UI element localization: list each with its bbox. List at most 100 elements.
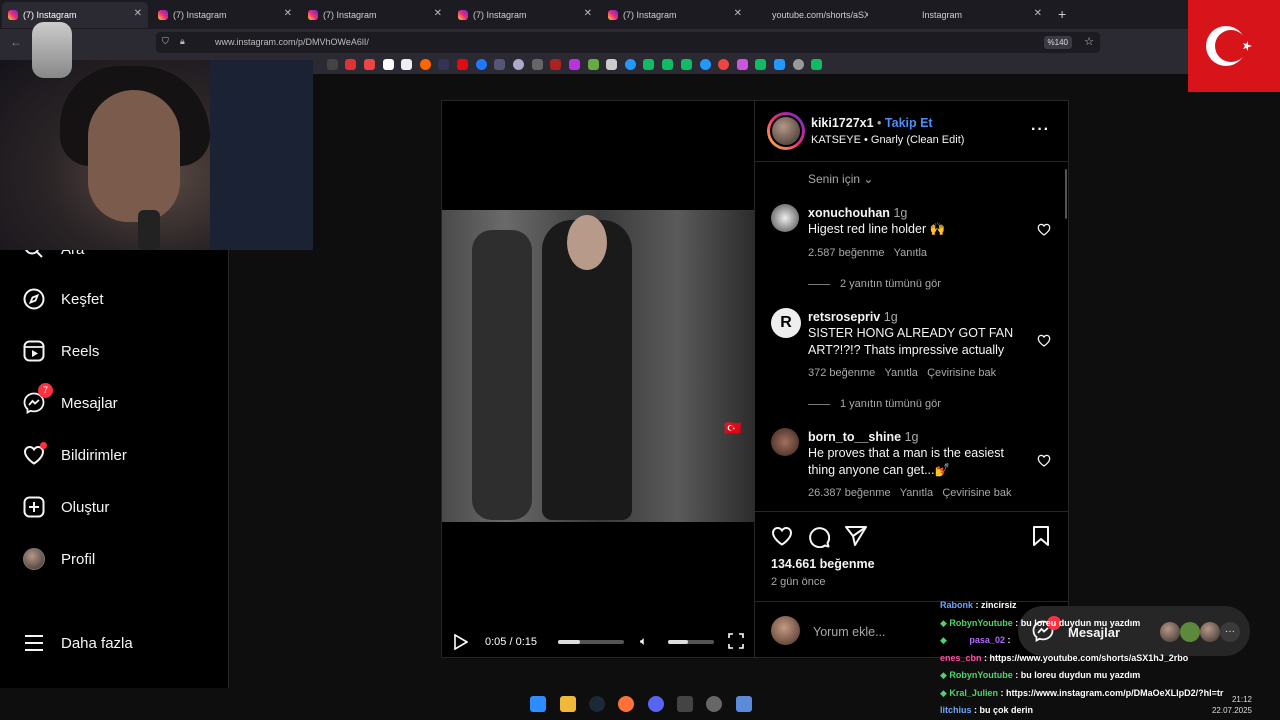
close-icon[interactable]: ✕ [284, 8, 292, 19]
follow-button[interactable]: Takip Et [885, 116, 933, 130]
translate-button[interactable]: Çevirisine bak [942, 487, 1011, 499]
bookmark-icon[interactable] [513, 59, 524, 70]
reply-button[interactable]: Yanıtla [894, 247, 927, 259]
comment-like-heart-icon[interactable] [1037, 454, 1051, 472]
post-video[interactable]: 🇹🇷 0:05 / 0:15 🔈︎ [441, 100, 756, 658]
address-bar[interactable]: ⛉ 🔒︎ www.instagram.com/p/DMVhOWeA6lI/ %1… [156, 32, 1100, 53]
bookmark-icon[interactable] [625, 59, 636, 70]
comment-avatar[interactable] [771, 204, 799, 232]
story-ring[interactable] [767, 112, 805, 150]
tab-2[interactable]: (7) Instagram ✕ [152, 2, 298, 28]
steam-icon[interactable] [643, 59, 654, 70]
tab-5[interactable]: (7) Instagram ✕ [602, 2, 748, 28]
comment-likes[interactable]: 26.387 beğenme [808, 487, 891, 499]
tab-4[interactable]: (7) Instagram ✕ [452, 2, 598, 28]
obs-icon[interactable] [677, 696, 693, 712]
comments-filter[interactable]: Senin için ⌄ [808, 172, 873, 186]
app-icon[interactable] [736, 696, 752, 712]
windows-start-icon[interactable] [530, 696, 546, 712]
system-clock[interactable]: 21:12 22.07.2025 [1212, 694, 1252, 716]
discord-icon[interactable] [648, 696, 664, 712]
steam-icon[interactable] [589, 696, 605, 712]
sidebar-item-messages[interactable]: 7 Mesajlar [23, 383, 118, 414]
comment-likes[interactable]: 2.587 beğenme [808, 247, 884, 259]
sidebar-item-notifications[interactable]: Bildirimler [23, 442, 127, 466]
bookmark-icon[interactable] [383, 59, 394, 70]
tab-7[interactable]: Instagram ✕ [902, 2, 1048, 28]
comment-username[interactable]: born_to__shine [808, 430, 901, 444]
video-progress-bar[interactable] [558, 640, 624, 644]
bookmark-icon[interactable] [774, 59, 785, 70]
bookmark-icon[interactable] [737, 59, 748, 70]
post-like-count[interactable]: 134.661 beğenme [771, 557, 875, 571]
sidebar-item-explore[interactable]: Keşfet [23, 288, 104, 310]
comment-like-heart-icon[interactable] [1037, 223, 1051, 241]
messages-pill[interactable]: Mesajlar ··· [1018, 606, 1250, 656]
sidebar-item-reels[interactable]: Reels [23, 340, 99, 362]
bookmark-icon[interactable] [532, 59, 543, 70]
steam-icon[interactable] [662, 59, 673, 70]
bookmark-icon[interactable] [345, 59, 356, 70]
author-avatar[interactable] [770, 115, 802, 147]
url-text[interactable]: www.instagram.com/p/DMVhOWeA6lI/ [215, 37, 369, 47]
bookmark-icon[interactable] [569, 59, 580, 70]
bookmark-icon[interactable] [476, 59, 487, 70]
like-heart-icon[interactable] [771, 526, 793, 551]
view-replies[interactable]: 1 yanıtın tümünü gör [808, 398, 941, 410]
scrollbar[interactable] [1065, 169, 1067, 219]
comment-likes[interactable]: 372 beğenme [808, 367, 875, 379]
new-tab-icon[interactable]: + [1058, 6, 1066, 22]
bookmark-star-icon[interactable]: ☆ [1084, 35, 1094, 48]
bookmark-icon[interactable] [793, 59, 804, 70]
tab-3[interactable]: (7) Instagram ✕ [302, 2, 448, 28]
bookmark-icon[interactable] [700, 59, 711, 70]
netflix-icon[interactable] [457, 59, 468, 70]
volume-slider[interactable] [668, 640, 714, 644]
bookmark-icon[interactable] [438, 59, 449, 70]
steam-icon[interactable] [811, 59, 822, 70]
audio-track[interactable]: KATSEYE • Gnarly (Clean Edit) [811, 134, 964, 146]
comment-avatar[interactable]: R [771, 308, 801, 338]
zoom-level[interactable]: %140 [1043, 36, 1072, 49]
close-icon[interactable]: ✕ [584, 8, 592, 19]
tab-1[interactable]: (7) Instagram ✕ [2, 2, 148, 28]
file-explorer-icon[interactable] [560, 696, 576, 712]
comment-avatar[interactable] [771, 428, 799, 456]
back-icon[interactable]: ← [10, 35, 22, 49]
bookmark-icon[interactable] [327, 59, 338, 70]
save-bookmark-icon[interactable] [1032, 526, 1050, 551]
view-replies[interactable]: 2 yanıtın tümünü gör [808, 278, 941, 290]
bookmark-icon[interactable] [364, 59, 375, 70]
reply-button[interactable]: Yanıtla [900, 487, 933, 499]
share-send-icon[interactable] [845, 526, 867, 551]
bookmark-icon[interactable] [494, 59, 505, 70]
more-options-icon[interactable]: ··· [1031, 121, 1050, 139]
close-icon[interactable]: ✕ [434, 8, 442, 19]
steam-icon[interactable] [755, 59, 766, 70]
app-icon[interactable] [706, 696, 722, 712]
comment-like-heart-icon[interactable] [1037, 334, 1051, 352]
bookmark-icon[interactable] [420, 59, 431, 70]
sidebar-item-create[interactable]: Oluştur [23, 496, 109, 518]
tab-6[interactable]: youtube.com/shorts/aSX1hJ_2r [752, 2, 898, 28]
sidebar-item-more[interactable]: Daha fazla [23, 632, 133, 654]
comment-username[interactable]: retsrosepriv [808, 310, 880, 324]
close-icon[interactable]: ✕ [734, 8, 742, 19]
play-icon[interactable] [454, 633, 469, 655]
steam-icon[interactable] [681, 59, 692, 70]
comment-username[interactable]: xonuchouhan [808, 206, 890, 220]
shield-icon[interactable]: ⛉ [162, 36, 169, 47]
bookmark-icon[interactable] [401, 59, 412, 70]
reply-button[interactable]: Yanıtla [884, 367, 917, 379]
bookmark-icon[interactable] [606, 59, 617, 70]
bookmark-icon[interactable] [588, 59, 599, 70]
firefox-icon[interactable] [618, 696, 634, 712]
author-username[interactable]: kiki1727x1 [811, 116, 874, 130]
translate-button[interactable]: Çevirisine bak [927, 367, 996, 379]
video-frame[interactable]: 🇹🇷 [442, 210, 756, 522]
sidebar-item-profile[interactable]: Profil [23, 548, 95, 570]
close-icon[interactable]: ✕ [134, 8, 142, 19]
volume-icon[interactable]: 🔈︎ [640, 634, 647, 649]
bookmark-icon[interactable] [718, 59, 729, 70]
fullscreen-icon[interactable] [728, 633, 744, 654]
